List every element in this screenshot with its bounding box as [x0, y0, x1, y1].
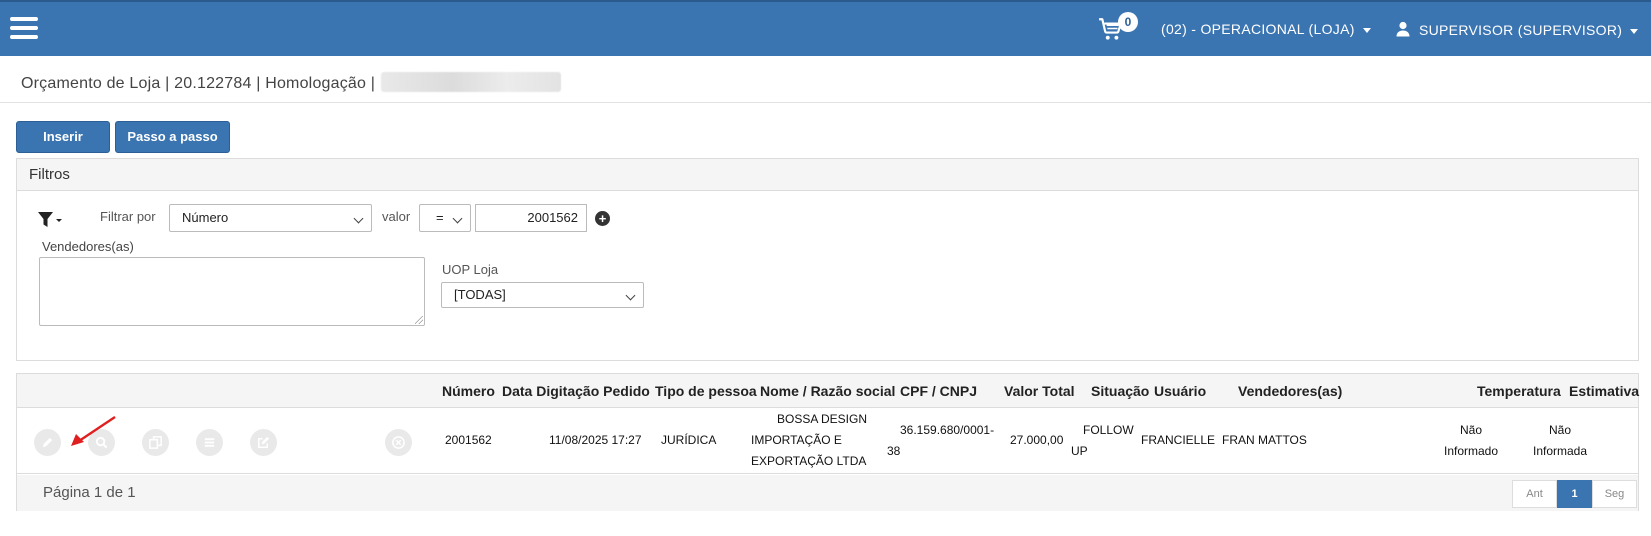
edit-pencil-icon[interactable] [34, 429, 61, 456]
sellers-textarea[interactable] [39, 257, 425, 326]
cell-estimativa: Não Informada [1525, 420, 1595, 462]
column-header-estimativa[interactable]: Estimativa [1569, 383, 1639, 399]
cell-valor: 27.000,00 [1010, 433, 1064, 447]
uop-store-select[interactable]: [TODAS] [441, 282, 644, 308]
chevron-down-icon [452, 213, 463, 224]
add-filter-plus-icon[interactable]: + [595, 211, 610, 226]
cell-nome-line: IMPORTAÇÃO E [751, 433, 842, 447]
hamburger-menu-icon[interactable] [10, 17, 38, 39]
cell-vendedores: FRAN MATTOS [1222, 433, 1307, 447]
results-table: Número Data Digitação Pedido Tipo de pes… [16, 373, 1639, 511]
table-row[interactable]: 2001562 11/08/2025 17:27 JURÍDICA BOSSA … [17, 408, 1638, 474]
column-header-nome[interactable]: Nome / Razão social [760, 383, 895, 399]
step-by-step-button[interactable]: Passo a passo [115, 121, 230, 153]
chevron-down-icon [353, 213, 364, 224]
column-header-valor[interactable]: Valor Total [1004, 383, 1075, 399]
redacted-company-name [381, 72, 562, 92]
column-header-situacao[interactable]: Situação [1091, 383, 1149, 399]
search-icon[interactable] [88, 429, 115, 456]
page-title-text: Orçamento de Loja | 20.122784 | Homologa… [21, 75, 376, 92]
column-header-tipo[interactable]: Tipo de pessoa [655, 383, 757, 399]
cell-nome: BOSSA DESIGN IMPORTAÇÃO E EXPORTAÇÃO LTD… [747, 409, 897, 472]
pager-current-page[interactable]: 1 [1557, 480, 1592, 508]
cancel-circle-icon[interactable] [385, 429, 412, 456]
caret-down-icon [1362, 27, 1371, 33]
cart-count-badge: 0 [1118, 12, 1138, 32]
cell-nome-line: EXPORTAÇÃO LTDA [751, 454, 867, 468]
cell-data: 11/08/2025 17:27 [549, 433, 642, 447]
column-header-vendedores[interactable]: Vendedores(as) [1238, 383, 1342, 399]
cell-nome-line: BOSSA DESIGN [776, 412, 868, 426]
top-navbar: 0 (02) - OPERACIONAL (LOJA) SUPERVISOR (… [0, 0, 1651, 56]
cell-temperatura: Não Informado [1436, 420, 1506, 462]
column-header-cpf[interactable]: CPF / CNPJ [900, 383, 977, 399]
operator-select[interactable]: = [419, 204, 471, 232]
cell-numero: 2001562 [445, 433, 492, 447]
column-header-temperatura[interactable]: Temperatura [1477, 383, 1561, 399]
edit-note-icon[interactable] [250, 429, 277, 456]
filters-panel: Filtros Filtrar por Número valor = 20015… [16, 158, 1639, 361]
filter-field-select[interactable]: Número [169, 204, 372, 232]
user-menu-dropdown[interactable]: SUPERVISOR (SUPERVISOR) [1395, 21, 1639, 38]
title-divider [0, 102, 1651, 103]
cell-cpf-line: 38 [887, 444, 901, 458]
column-header-data[interactable]: Data Digitação Pedido [502, 383, 650, 399]
cell-situacao: FOLLOW UP [1071, 420, 1134, 462]
page-title: Orçamento de Loja | 20.122784 | Homologa… [21, 72, 562, 93]
user-menu-label: SUPERVISOR (SUPERVISOR) [1419, 22, 1623, 38]
cell-situacao-line: FOLLOW [1083, 423, 1134, 437]
cell-situacao-line: UP [1071, 444, 1088, 458]
caret-down-icon [1630, 28, 1639, 34]
store-selector-label: (02) - OPERACIONAL (LOJA) [1161, 21, 1355, 37]
filter-funnel-icon[interactable] [37, 210, 63, 230]
column-header-usuario[interactable]: Usuário [1154, 383, 1206, 399]
cell-tipo: JURÍDICA [661, 433, 717, 447]
table-footer: Página 1 de 1 Ant 1 Seg [17, 475, 1638, 511]
resize-grip-icon[interactable] [415, 316, 423, 324]
insert-button[interactable]: Inserir [16, 121, 110, 153]
operator-value: = [436, 210, 444, 225]
filter-field-value: Número [182, 210, 229, 225]
list-icon[interactable] [196, 429, 223, 456]
cell-estimativa-line: Não [1548, 423, 1571, 437]
filters-heading: Filtros [17, 159, 1638, 191]
filter-by-label: Filtrar por [100, 209, 156, 224]
user-icon [1396, 21, 1410, 37]
cell-cpf: 36.159.680/0001- 38 [887, 420, 997, 462]
cell-usuario: FRANCIELLE [1141, 433, 1216, 447]
store-selector-dropdown[interactable]: (02) - OPERACIONAL (LOJA) [1161, 21, 1371, 37]
pager-prev-button[interactable]: Ant [1512, 480, 1557, 508]
uop-store-value: [TODAS] [454, 287, 506, 302]
cell-temperatura-line: Não [1459, 423, 1482, 437]
cell-estimativa-line: Informada [1532, 444, 1588, 458]
sellers-label: Vendedores(as) [42, 239, 134, 254]
uop-store-label: UOP Loja [442, 262, 499, 277]
chevron-down-icon [625, 290, 636, 301]
cell-cpf-line: 36.159.680/0001- [900, 423, 995, 437]
copy-icon[interactable] [142, 429, 169, 456]
filter-value-input[interactable]: 2001562 [475, 204, 587, 232]
column-header-numero[interactable]: Número [442, 383, 495, 399]
pager-next-button[interactable]: Seg [1592, 480, 1637, 508]
value-label: valor [382, 209, 411, 224]
page-info: Página 1 de 1 [43, 484, 136, 501]
table-header: Número Data Digitação Pedido Tipo de pes… [17, 374, 1639, 408]
cell-temperatura-line: Informado [1443, 444, 1499, 458]
